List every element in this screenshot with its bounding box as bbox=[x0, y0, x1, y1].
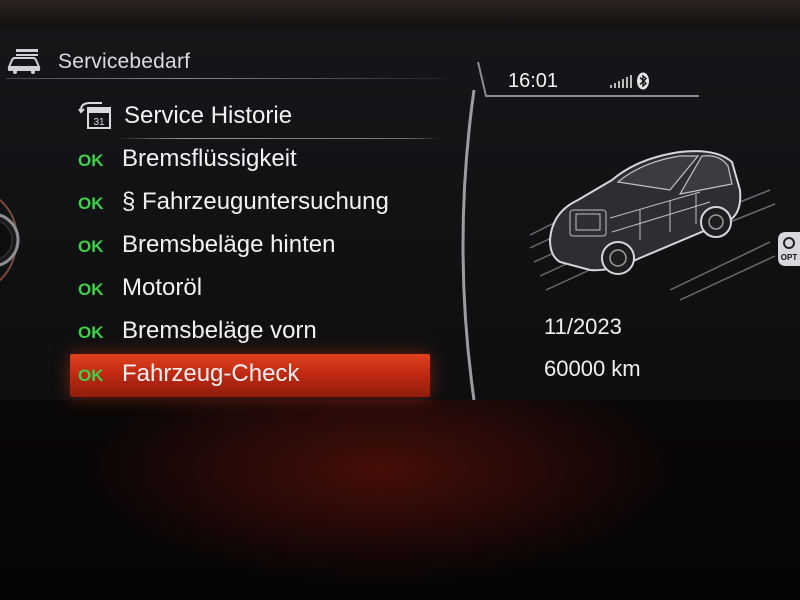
vehicle-xray-illustration bbox=[529, 150, 776, 301]
menu-item-label: Service Historie bbox=[124, 102, 293, 129]
service-menu: 31 Service Historie OK Bremsflüssigkeit … bbox=[70, 96, 440, 397]
menu-item-label: Fahrzeug-Check bbox=[122, 360, 300, 387]
car-service-icon bbox=[7, 49, 41, 74]
menu-item-vehicle-check[interactable]: OK Fahrzeug-Check bbox=[70, 354, 430, 397]
page-title: Servicebedarf bbox=[58, 50, 191, 73]
due-date: 11/2023 bbox=[544, 314, 622, 339]
signal-strength-icon bbox=[610, 75, 632, 88]
menu-item-label: Bremsflüssigkeit bbox=[122, 145, 297, 172]
menu-item-brake-fluid[interactable]: OK Bremsflüssigkeit bbox=[70, 139, 430, 182]
svg-text:31: 31 bbox=[93, 117, 105, 128]
header-divider bbox=[6, 78, 446, 79]
menu-item-vehicle-inspection[interactable]: OK § Fahrzeuguntersuchung bbox=[70, 182, 430, 225]
options-button[interactable]: OPT bbox=[778, 232, 800, 266]
status-badge: OK bbox=[78, 151, 104, 170]
controller-knob-indicator bbox=[0, 198, 20, 282]
screen: Servicebedarf 31 Service Historie OK Bre… bbox=[0, 0, 800, 600]
menu-item-label: Motoröl bbox=[122, 274, 203, 301]
menu-item-label: Bremsbeläge hinten bbox=[122, 231, 336, 258]
menu-item-front-brake-pads[interactable]: OK Bremsbeläge vorn bbox=[70, 311, 430, 354]
status-badge: OK bbox=[78, 366, 104, 385]
panel-divider bbox=[461, 90, 476, 400]
menu-item-engine-oil[interactable]: OK Motoröl bbox=[70, 268, 430, 311]
page-header: Servicebedarf bbox=[6, 44, 446, 79]
clock: 16:01 bbox=[508, 70, 559, 92]
status-badge: OK bbox=[78, 194, 104, 213]
status-badge: OK bbox=[78, 280, 104, 299]
calendar-history-icon: 31 bbox=[78, 102, 111, 129]
menu-item-label: Bremsbeläge vorn bbox=[122, 317, 317, 344]
menu-item-service-history[interactable]: 31 Service Historie bbox=[70, 96, 440, 139]
bluetooth-icon bbox=[637, 72, 649, 90]
menu-item-label: § Fahrzeuguntersuchung bbox=[122, 188, 389, 215]
due-distance: 60000 km bbox=[544, 356, 641, 381]
options-button-label: OPT bbox=[781, 253, 798, 262]
status-badge: OK bbox=[78, 237, 104, 256]
status-badge: OK bbox=[78, 323, 104, 342]
menu-item-rear-brake-pads[interactable]: OK Bremsbeläge hinten bbox=[70, 225, 430, 268]
status-bar: 16:01 bbox=[474, 58, 704, 102]
